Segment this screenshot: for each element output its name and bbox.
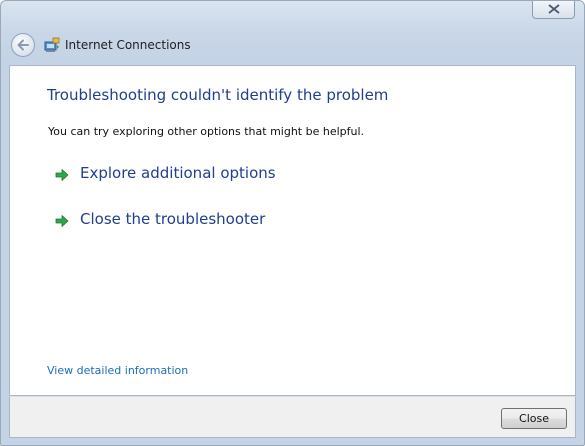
result-subtext: You can try exploring other options that… <box>48 125 365 138</box>
close-troubleshooter-link[interactable]: Close the troubleshooter <box>54 210 274 232</box>
title-bar: Internet Connections <box>1 1 584 65</box>
window-close-button[interactable] <box>532 1 575 19</box>
view-details-link[interactable]: View detailed information <box>47 364 188 377</box>
footer-bar: Close <box>9 396 576 438</box>
close-troubleshooter-label: Close the troubleshooter <box>80 210 266 228</box>
main-content: Troubleshooting couldn't identify the pr… <box>9 65 576 396</box>
close-x-icon <box>548 4 560 14</box>
back-button[interactable] <box>11 33 35 57</box>
window-title: Internet Connections <box>65 38 191 52</box>
result-heading: Troubleshooting couldn't identify the pr… <box>47 86 389 104</box>
green-arrow-icon <box>55 169 69 181</box>
network-troubleshooter-icon <box>44 37 60 52</box>
back-arrow-icon <box>17 39 29 51</box>
close-button[interactable]: Close <box>501 408 567 429</box>
explore-options-link[interactable]: Explore additional options <box>54 164 294 186</box>
troubleshooter-window: Internet Connections Troubleshooting cou… <box>0 0 585 446</box>
green-arrow-icon <box>55 215 69 227</box>
explore-options-label: Explore additional options <box>80 164 276 182</box>
